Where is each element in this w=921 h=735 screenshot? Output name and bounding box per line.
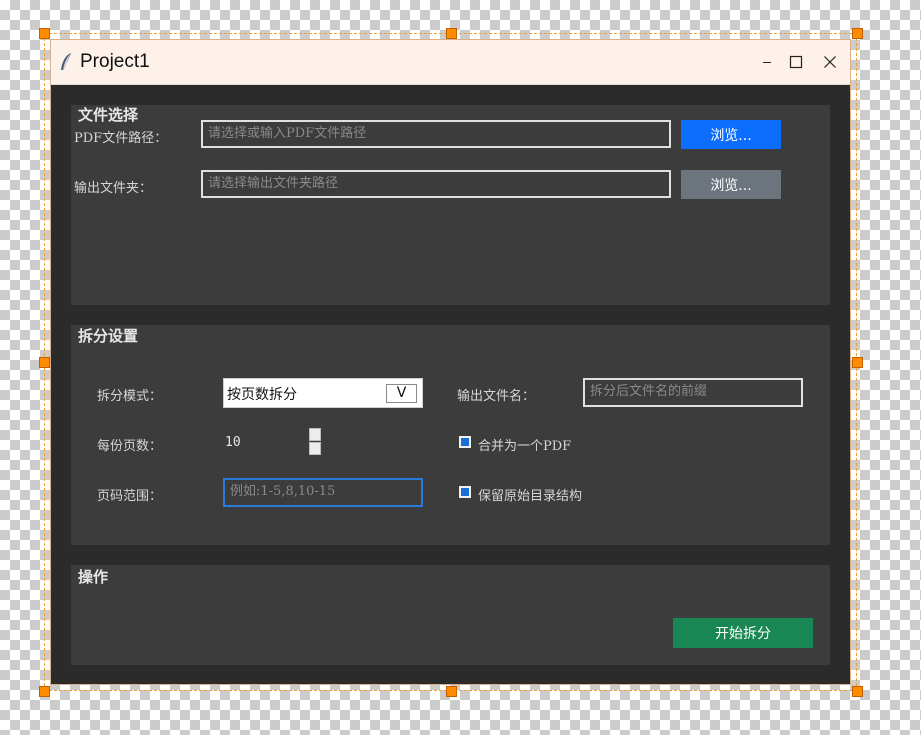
page-range-input[interactable]: 例如:1-5,8,10-15: [223, 478, 423, 507]
resize-handle-top-left[interactable]: [39, 28, 50, 39]
minimize-icon: [763, 62, 771, 63]
split-mode-label: 拆分模式：: [97, 389, 163, 404]
close-button[interactable]: [815, 48, 845, 76]
resize-handle-top-right[interactable]: [852, 28, 863, 39]
page-range-label: 页码范围：: [97, 489, 163, 504]
pdf-path-input[interactable]: 请选择或输入PDF文件路径: [201, 120, 671, 148]
spin-up-button[interactable]: [309, 428, 321, 441]
output-filename-input[interactable]: 拆分后文件名的前缀: [583, 378, 803, 407]
feather-icon: [59, 52, 73, 72]
action-title: 操作: [78, 568, 109, 586]
split-settings-title: 拆分设置: [78, 327, 139, 345]
resize-handle-bottom-center[interactable]: [446, 686, 457, 697]
minimize-button[interactable]: [752, 48, 782, 76]
resize-handle-bottom-right[interactable]: [852, 686, 863, 697]
pages-per-part-label: 每份页数：: [97, 439, 163, 454]
resize-handle-bottom-left[interactable]: [39, 686, 50, 697]
split-mode-value: 按页数拆分: [227, 387, 297, 403]
pdf-path-label: PDF文件路径：: [74, 131, 168, 146]
resize-handle-middle-right[interactable]: [852, 357, 863, 368]
browse-pdf-button[interactable]: 浏览...: [681, 120, 781, 149]
spin-down-button[interactable]: [309, 442, 321, 455]
keep-toc-checkbox-label[interactable]: 保留原始目录结构: [478, 485, 582, 504]
merge-checkbox[interactable]: [459, 436, 471, 448]
start-split-button[interactable]: 开始拆分: [673, 618, 813, 648]
title-bar[interactable]: Project1: [51, 40, 850, 85]
output-folder-label: 输出文件夹：: [74, 181, 153, 196]
dropdown-arrow-icon[interactable]: V: [386, 384, 417, 403]
app-window: Project1 文件选择 PDF文件路径： 请选择或输入PDF文件路径 浏览.…: [51, 40, 850, 684]
keep-toc-checkbox[interactable]: [459, 486, 471, 498]
resize-handle-middle-left[interactable]: [39, 357, 50, 368]
merge-checkbox-label[interactable]: 合并为一个PDF: [478, 435, 571, 454]
pages-per-part-input[interactable]: 10: [225, 435, 241, 450]
close-icon: [824, 56, 836, 68]
window-title: Project1: [80, 51, 150, 72]
output-folder-input[interactable]: 请选择输出文件夹路径: [201, 170, 671, 198]
file-selection-group: 文件选择 PDF文件路径： 请选择或输入PDF文件路径 浏览... 输出文件夹：…: [71, 105, 830, 305]
action-group: 操作 开始拆分: [71, 565, 830, 665]
browse-output-button[interactable]: 浏览...: [681, 170, 781, 199]
resize-handle-top-center[interactable]: [446, 28, 457, 39]
maximize-button[interactable]: [781, 48, 811, 76]
split-settings-group: 拆分设置 拆分模式： 按页数拆分 V 每份页数： 10 页码范围： 例如:1-5…: [71, 325, 830, 545]
output-filename-label: 输出文件名：: [457, 389, 536, 404]
split-mode-select[interactable]: 按页数拆分 V: [223, 378, 423, 408]
maximize-icon: [789, 55, 803, 69]
file-selection-title: 文件选择: [78, 106, 139, 124]
